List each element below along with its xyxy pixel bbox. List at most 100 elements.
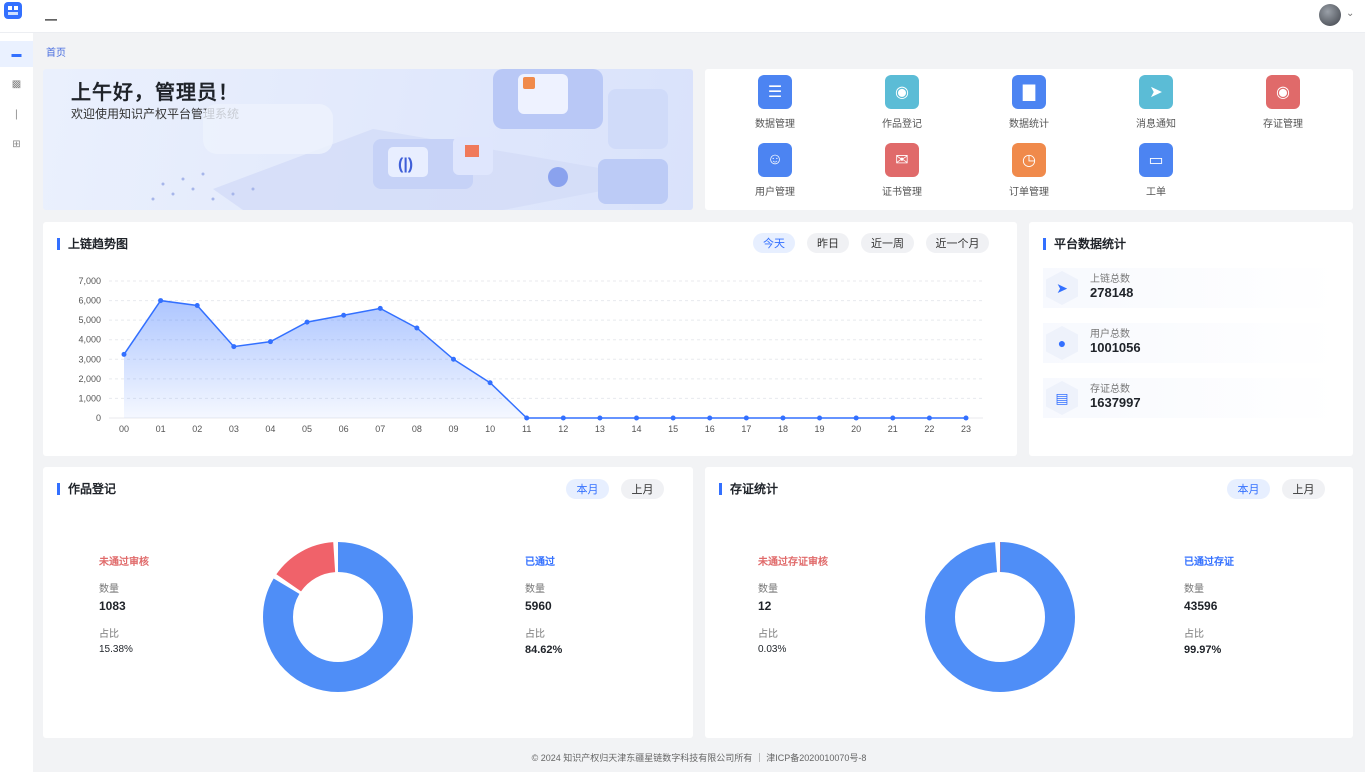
footer-copyright: © 2024 知识产权归天津东疆星链数字科技有限公司所有 ｜ 津ICP备2020…	[531, 753, 867, 763]
data-point[interactable]	[377, 305, 383, 311]
stat-label: 存证总数	[1090, 384, 1130, 395]
y-tick-label: 4,000	[78, 335, 101, 345]
quick-link-item[interactable]: ☰ 数据管理	[725, 75, 825, 130]
legend-ratio-label: 占比	[758, 629, 778, 640]
legend-ratio: 99.97%	[1184, 644, 1222, 656]
map-pin-icon: ◉	[885, 75, 919, 109]
filter-this-month[interactable]: 本月	[1227, 479, 1270, 499]
legend-ratio: 0.03%	[758, 644, 787, 655]
trend-card: 上链趋势图 今天 昨日 近一周 近一个月 0 1,000 2,000 3,000 4,0…	[43, 222, 1017, 456]
quick-link-label: 存证管理	[1263, 119, 1303, 130]
legend-count: 1083	[99, 599, 126, 613]
data-point[interactable]	[743, 415, 749, 421]
grid-icon: ⊞	[12, 138, 21, 150]
data-point[interactable]	[194, 302, 200, 308]
data-point[interactable]	[341, 312, 347, 318]
x-tick-label: 18	[778, 424, 788, 434]
quick-link-item[interactable]: ◉ 存证管理	[1233, 75, 1333, 130]
data-point[interactable]	[890, 415, 896, 421]
filter-last-month[interactable]: 上月	[621, 479, 664, 499]
data-point[interactable]	[231, 344, 237, 350]
data-point[interactable]	[414, 325, 420, 331]
x-tick-label: 12	[558, 424, 568, 434]
legend-approved: 已通过 数量 5960 占比 84.62%	[525, 553, 562, 656]
filter-last-month[interactable]: 上月	[1282, 479, 1325, 499]
breadcrumb[interactable]: 首页	[46, 44, 66, 59]
quick-link-item[interactable]: ▇ 数据统计	[979, 75, 1079, 130]
x-tick-label: 14	[632, 424, 642, 434]
data-point[interactable]	[670, 415, 676, 421]
data-point[interactable]	[780, 415, 786, 421]
server-icon: ☰	[758, 75, 792, 109]
donut-slice-approved[interactable]	[925, 542, 1075, 692]
y-tick-label: 1,000	[78, 393, 101, 403]
y-tick-label: 7,000	[78, 276, 101, 286]
quick-link-item[interactable]: ➤ 消息通知	[1106, 75, 1206, 130]
sidebar-item-home[interactable]: ▬	[0, 41, 33, 67]
sidebar-item-grid[interactable]: ⊞	[0, 131, 33, 157]
x-tick-label: 15	[668, 424, 678, 434]
send-icon: ➤	[1139, 75, 1173, 109]
x-tick-label: 23	[961, 424, 971, 434]
data-point[interactable]	[634, 415, 640, 421]
quick-link-item[interactable]: ✉ 证书管理	[852, 143, 952, 198]
x-tick-label: 02	[192, 424, 202, 434]
registration-pie-card: 作品登记 本月 上月 未通过审核 数量 1083 占比 15.38% 已通过 数…	[43, 467, 693, 738]
data-point[interactable]	[817, 415, 823, 421]
avatar[interactable]	[1319, 4, 1341, 26]
send-icon: ➤	[1046, 271, 1078, 305]
menu-icon: ▬	[11, 48, 22, 60]
quick-link-item[interactable]: ◷ 订单管理	[979, 143, 1079, 198]
data-point[interactable]	[121, 351, 127, 357]
data-point[interactable]	[926, 415, 932, 421]
quick-link-label: 证书管理	[882, 187, 922, 198]
users-icon: ●	[1046, 326, 1078, 360]
sidebar-item-info[interactable]: ❘	[0, 101, 33, 127]
sidebar-item-docs[interactable]: ▩	[0, 71, 33, 97]
x-tick-label: 11	[522, 424, 531, 434]
x-tick-label: 08	[412, 424, 422, 434]
file-icon: ◷	[1012, 143, 1046, 177]
logo-icon[interactable]	[0, 0, 26, 22]
welcome-banner: 上午好，管理员！ 欢迎使用知识产权平台管理系统 (|)	[43, 69, 693, 210]
data-point[interactable]	[853, 415, 859, 421]
stat-row: ➤ 上链总数 278148	[1043, 268, 1339, 308]
quick-link-item[interactable]: ☺ 用户管理	[725, 143, 825, 198]
data-point[interactable]	[963, 415, 969, 421]
data-point[interactable]	[158, 298, 164, 304]
filter-this-month[interactable]: 本月	[566, 479, 609, 499]
banner-illustration: (|)	[151, 69, 668, 210]
quick-links-card: ☰ 数据管理 ◉ 作品登记 ▇ 数据统计 ➤ 消息通知 ◉ 存证管理 ☺ 用户管理 ✉ 证书管理 ◷ 订单管理…	[705, 69, 1353, 210]
quick-link-item[interactable]: ▭ 工单	[1106, 143, 1206, 198]
quick-link-label: 数据统计	[1009, 119, 1049, 130]
info-icon: ❘	[12, 108, 21, 120]
legend-title: 未通过审核	[99, 557, 149, 568]
data-point[interactable]	[450, 356, 456, 362]
x-tick-label: 20	[851, 424, 861, 434]
data-point[interactable]	[707, 415, 713, 421]
ticket-icon: ▭	[1139, 143, 1173, 177]
quick-link-label: 消息通知	[1136, 119, 1176, 130]
user-icon: ☺	[758, 143, 792, 177]
data-point[interactable]	[304, 319, 310, 325]
chevron-down-icon[interactable]: ⌄	[1346, 8, 1354, 19]
x-tick-label: 04	[265, 424, 275, 434]
legend-rejected: 未通过审核 数量 1083 占比 15.38%	[99, 553, 149, 655]
legend-rejected: 未通过存证审核 数量 12 占比 0.03%	[758, 553, 828, 655]
legend-count-label: 数量	[525, 584, 545, 595]
quick-link-item[interactable]: ◉ 作品登记	[852, 75, 952, 130]
y-tick-label: 5,000	[78, 315, 101, 325]
stat-label: 上链总数	[1090, 274, 1130, 285]
y-tick-label: 6,000	[78, 296, 101, 306]
data-point[interactable]	[560, 415, 566, 421]
data-point[interactable]	[524, 415, 530, 421]
legend-ratio-label: 占比	[1184, 629, 1204, 640]
x-tick-label: 03	[229, 424, 239, 434]
data-point[interactable]	[597, 415, 603, 421]
data-point[interactable]	[487, 380, 493, 386]
stat-value: 1637997	[1090, 395, 1141, 410]
doc-icon: ▩	[11, 78, 22, 90]
data-point[interactable]	[267, 339, 273, 345]
legend-title: 未通过存证审核	[758, 557, 828, 568]
app-title: —	[45, 12, 57, 26]
